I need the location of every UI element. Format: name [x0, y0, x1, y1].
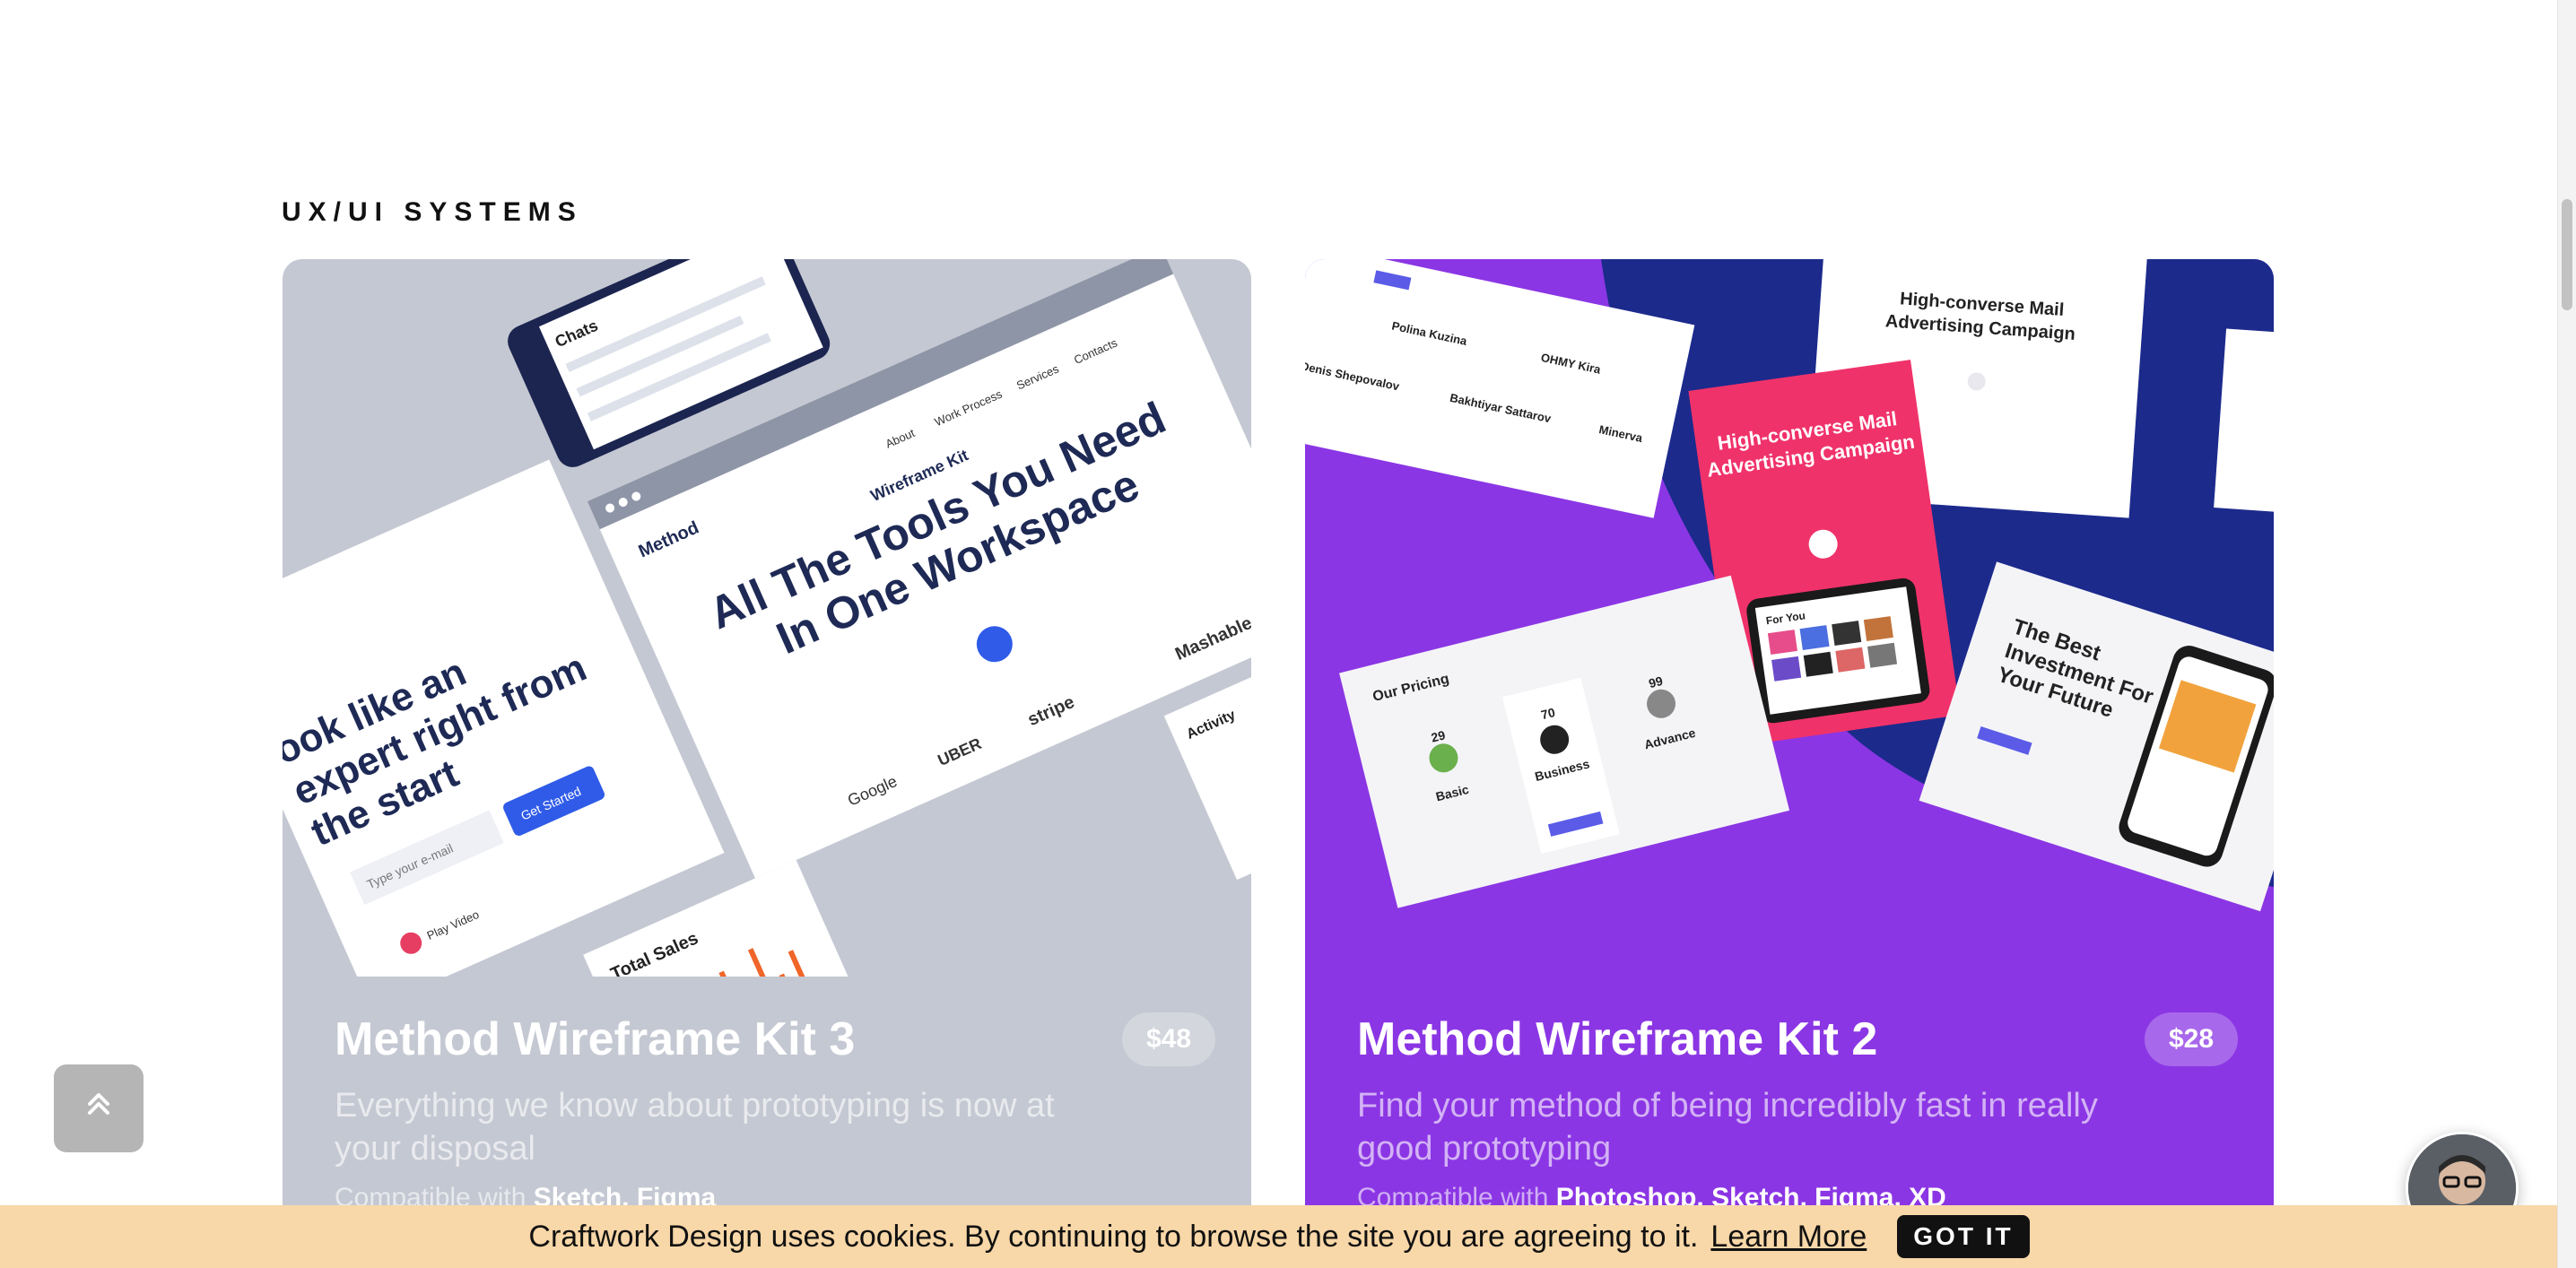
- card-description: Find your method of being incredibly fas…: [1357, 1087, 2098, 1168]
- card-title[interactable]: Method Wireframe Kit 2: [1357, 1012, 1877, 1066]
- got-it-button[interactable]: GOT IT: [1897, 1215, 2030, 1258]
- card-title[interactable]: Method Wireframe Kit 3: [335, 1012, 855, 1066]
- product-card-method-wireframe-kit-3[interactable]: ook like an expert right from the start …: [283, 259, 1251, 1268]
- product-preview-image: ook like an expert right from the start …: [283, 259, 1251, 977]
- section-title: UX/UI SYSTEMS: [282, 197, 583, 227]
- price-badge: $28: [2145, 1012, 2238, 1066]
- product-preview-image: Polina Kuzina OHMY Kira Denis Shepovalov…: [1305, 259, 2274, 977]
- double-chevron-up-icon: [81, 1086, 117, 1132]
- price-badge: $48: [1122, 1012, 1215, 1066]
- scroll-to-top-button[interactable]: [54, 1064, 144, 1152]
- cookie-banner: Craftwork Design uses cookies. By contin…: [0, 1205, 2558, 1268]
- card-description: Everything we know about prototyping is …: [335, 1087, 1055, 1168]
- scrollbar-thumb[interactable]: [2562, 199, 2572, 310]
- cookie-message: Craftwork Design uses cookies. By contin…: [528, 1219, 1699, 1254]
- scrollbar[interactable]: [2557, 0, 2576, 1268]
- product-card-method-wireframe-kit-2[interactable]: Polina Kuzina OHMY Kira Denis Shepovalov…: [1305, 259, 2274, 1268]
- learn-more-link[interactable]: Learn More: [1710, 1220, 1867, 1255]
